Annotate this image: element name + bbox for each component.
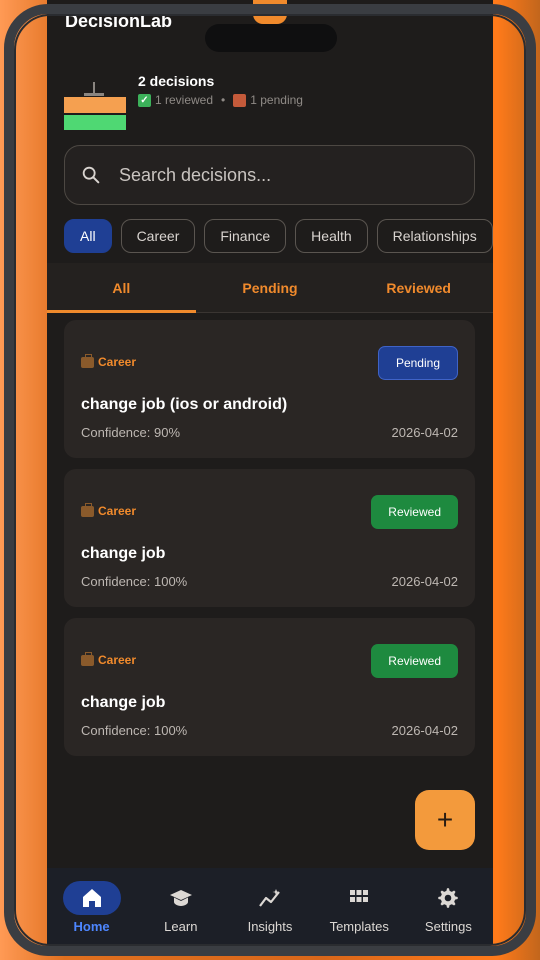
tab-reviewed[interactable]: Reviewed — [344, 263, 493, 312]
category-text: Career — [98, 355, 137, 369]
decision-count: 2 decisions — [138, 73, 215, 89]
filter-chip-all[interactable]: All — [64, 219, 112, 253]
home-icon — [82, 889, 101, 907]
plus-icon: + — [436, 804, 454, 835]
tab-all[interactable]: All — [47, 263, 196, 313]
decision-card[interactable]: Career Pending change job (ios or androi… — [64, 320, 475, 458]
nav-templates-pill — [330, 881, 388, 915]
decision-title: change job — [81, 545, 166, 562]
status-badge: Pending — [377, 346, 458, 380]
nav-label: Settings — [424, 919, 472, 934]
separator-dot: • — [221, 93, 226, 107]
nav-settings-pill — [419, 881, 477, 915]
check-icon: ✓ — [138, 93, 151, 107]
app-logo — [64, 82, 126, 130]
decision-date: 2026-04-02 — [391, 574, 459, 589]
pending-count: 1 pending — [250, 93, 303, 107]
decision-date: 2026-04-02 — [391, 425, 459, 440]
category-label: Career — [81, 651, 137, 667]
nav-insights[interactable]: Insights — [225, 868, 314, 944]
gear-icon — [438, 888, 459, 908]
decision-summary: 2 decisions ✓ 1 reviewed • 1 pending — [138, 72, 303, 109]
filter-chip-health[interactable]: Health — [295, 219, 368, 253]
nav-home-pill — [62, 881, 121, 915]
confidence-text: Confidence: 90% — [81, 425, 181, 440]
nav-learn-pill — [152, 881, 210, 915]
nav-home[interactable]: Home — [47, 868, 136, 944]
nav-label: Templates — [329, 919, 389, 934]
decision-date: 2026-04-02 — [391, 723, 459, 738]
nav-label: Learn — [164, 919, 198, 934]
nav-templates[interactable]: Templates — [315, 868, 404, 944]
search-input[interactable] — [119, 164, 439, 186]
status-tabs: All Pending Reviewed — [47, 263, 493, 313]
reviewed-count: 1 reviewed — [155, 93, 214, 107]
nav-label: Insights — [247, 919, 293, 934]
category-filters: All Career Finance Health Relationships — [64, 219, 493, 253]
briefcase-icon — [81, 353, 94, 368]
bottom-navigation: Home Learn Insights Templates Settings — [47, 868, 493, 944]
nav-insights-pill — [241, 881, 299, 915]
category-text: Career — [98, 504, 137, 518]
decision-card[interactable]: Career Reviewed change job Confidence: 1… — [64, 618, 475, 756]
briefcase-icon — [81, 651, 94, 666]
nav-learn[interactable]: Learn — [136, 868, 225, 944]
graduation-cap-icon — [169, 890, 192, 906]
decision-card[interactable]: Career Reviewed change job Confidence: 1… — [64, 469, 475, 607]
confidence-text: Confidence: 100% — [81, 574, 188, 589]
add-decision-button[interactable]: + — [415, 790, 475, 850]
briefcase-icon — [81, 502, 94, 517]
brick-icon — [233, 93, 247, 107]
decision-list: Career Pending change job (ios or androi… — [64, 320, 475, 767]
decision-title: change job (ios or android) — [81, 396, 288, 413]
status-badge: Reviewed — [371, 644, 458, 678]
search-bar[interactable] — [64, 145, 475, 205]
category-text: Career — [98, 653, 137, 667]
filter-chip-finance[interactable]: Finance — [204, 219, 287, 253]
grid-icon — [350, 890, 369, 902]
category-label: Career — [81, 353, 137, 369]
confidence-text: Confidence: 100% — [81, 723, 188, 738]
status-summary: ✓ 1 reviewed • 1 pending — [138, 91, 303, 109]
filter-chip-relationships[interactable]: Relationships — [376, 219, 493, 253]
nav-settings[interactable]: Settings — [404, 868, 493, 944]
app-title: DecisionLab — [65, 11, 173, 31]
app-screen: DecisionLab 2 decisions ✓ 1 reviewed • 1… — [47, 0, 493, 944]
category-label: Career — [81, 502, 137, 518]
nav-label: Home — [73, 919, 110, 934]
filter-chip-career[interactable]: Career — [120, 219, 196, 253]
accent-tab — [253, 0, 287, 24]
search-icon — [82, 166, 100, 184]
status-badge: Reviewed — [371, 495, 458, 529]
camera-notch — [205, 24, 337, 52]
decision-title: change job — [81, 694, 166, 711]
tab-pending[interactable]: Pending — [196, 263, 345, 312]
trend-chart-icon — [259, 889, 280, 907]
